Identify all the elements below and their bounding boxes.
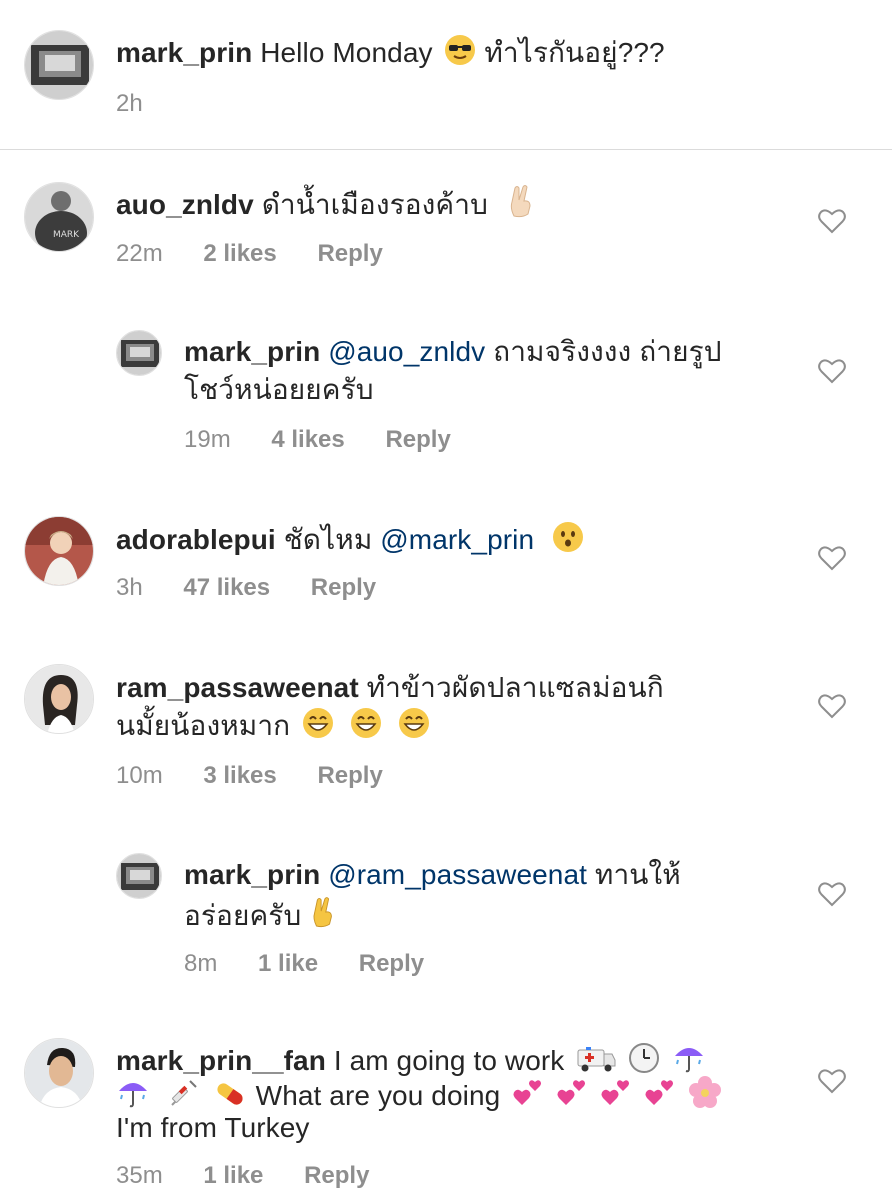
avatar-image [25,31,93,99]
comment-likes[interactable]: 1 like [258,950,318,978]
comment-likes[interactable]: 1 like [203,1162,263,1190]
reply-button[interactable]: Reply [311,574,376,602]
comment-body-line1: ถามจริงงงง ถ่ายรูป [493,336,722,367]
grinning-face-icon [350,707,382,747]
avatar-image [25,665,93,733]
heart-icon[interactable] [818,208,846,234]
reply-button[interactable]: Reply [359,950,424,978]
comment-mention[interactable]: @mark_prin [380,524,534,555]
two-hearts-icon [644,1077,676,1117]
two-hearts-icon [600,1077,632,1117]
avatar-image [25,1039,93,1107]
comment-username[interactable]: adorablepui [116,524,276,555]
comments-page: mark_prin Hello Monday ทำไรกันอยู่??? 2h… [0,0,892,1200]
caption-timestamp: 2h [116,90,143,117]
comment-meta: 8m 1 like Reply [184,950,424,978]
reply-button[interactable]: Reply [317,240,382,268]
comment-body-line1: ทำข้าวผัดปลาแซลม่อนกิ [366,672,664,703]
heart-icon[interactable] [818,693,846,719]
grinning-face-icon [398,707,430,747]
comment-body-line2: อร่อยครับ [184,900,302,931]
comment-timestamp: 3h [116,574,143,601]
svg-text:MARK: MARK [53,230,80,240]
caption-meta: 2h [116,90,143,118]
two-hearts-icon [512,1077,544,1117]
heart-icon[interactable] [818,545,846,571]
comment-body: ชัดไหม [283,524,373,555]
comment-meta: 10m 3 likes Reply [116,762,383,790]
comment-likes[interactable]: 2 likes [203,240,276,268]
comment-username[interactable]: mark_prin__fan [116,1045,326,1076]
comment-text-line2: อร่อยครับ [184,895,337,937]
comment-meta: 19m 4 likes Reply [184,426,451,454]
reply-button[interactable]: Reply [317,762,382,790]
comment-meta: 22m 2 likes Reply [116,240,383,268]
comment-mention[interactable]: @ram_passaweenat [328,859,587,890]
comment-username[interactable]: ram_passaweenat [116,672,359,703]
heart-icon[interactable] [818,1068,846,1094]
victory-hand-icon [506,184,536,226]
avatar[interactable] [116,853,162,899]
comment-timestamp: 22m [116,240,163,267]
caption-text: mark_prin Hello Monday ทำไรกันอยู่??? [116,34,665,74]
comment-username[interactable]: mark_prin [184,859,320,890]
comment-text: mark_prin @auo_znldv ถามจริงงงง ถ่ายรูป [184,334,722,369]
reply-button[interactable]: Reply [385,426,450,454]
victory-hand-icon [309,895,337,937]
comment-likes[interactable]: 3 likes [203,762,276,790]
avatar[interactable]: MARK [24,182,94,252]
comment-timestamp: 10m [116,762,163,789]
post-caption: mark_prin Hello Monday ทำไรกันอยู่??? 2h [0,0,892,150]
avatar[interactable] [24,664,94,734]
cherry-blossom-icon [688,1075,722,1117]
two-hearts-icon [556,1077,588,1117]
avatar-image: MARK [25,183,93,251]
comment-username[interactable]: mark_prin [184,336,320,367]
comment-text: ram_passaweenat ทำข้าวผัดปลาแซลม่อนกิ [116,670,664,705]
comment-text-line2: โชว์หน่อยยครับ [184,372,374,407]
comment-timestamp: 35m [116,1162,163,1189]
hushed-face-icon [552,521,584,561]
comment-body-line2: What are you doing [255,1080,501,1111]
comment-timestamp: 8m [184,950,218,977]
comment-likes[interactable]: 47 likes [183,574,270,602]
comment-meta: 35m 1 like Reply [116,1162,369,1190]
avatar[interactable] [116,330,162,376]
comment-mention[interactable]: @auo_znldv [328,336,485,367]
reply-button[interactable]: Reply [304,1162,369,1190]
comment-body-line1: I am going to work [333,1045,565,1076]
avatar[interactable] [24,516,94,586]
avatar-image [117,854,161,898]
sunglasses-face-icon [444,34,476,74]
avatar[interactable] [24,1038,94,1108]
avatar[interactable] [24,30,94,100]
comment-text-line3: I'm from Turkey [116,1110,310,1145]
caption-body-a: Hello Monday [260,37,433,68]
heart-icon[interactable] [818,881,846,907]
comment-meta: 3h 47 likes Reply [116,574,376,602]
comment-body-line2: โชว์หน่อยยครับ [184,374,374,405]
grinning-face-icon [302,707,334,747]
comment-body-line2: นมั้ยน้องหมาก [116,710,291,741]
comment-username[interactable]: auo_znldv [116,189,254,220]
comment-body-line3: I'm from Turkey [116,1112,310,1143]
comment-text: mark_prin @ram_passaweenat ทานให้ [184,857,681,892]
comment-body: ดำน้ำเมืองรองค้าบ [261,189,488,220]
comment-text: auo_znldv ดำน้ำเมืองรองค้าบ [116,184,536,226]
comment-likes[interactable]: 4 likes [271,426,344,454]
avatar-image [25,517,93,585]
avatar-image [117,331,161,375]
heart-icon[interactable] [818,358,846,384]
caption-username[interactable]: mark_prin [116,37,252,68]
comment-body-line1: ทานให้ [594,859,681,890]
comment-text: adorablepui ชัดไหม @mark_prin [116,521,584,561]
caption-body-b: ทำไรกันอยู่??? [484,37,665,68]
comment-timestamp: 19m [184,426,231,453]
comment-text-line2: นมั้ยน้องหมาก [116,707,430,747]
